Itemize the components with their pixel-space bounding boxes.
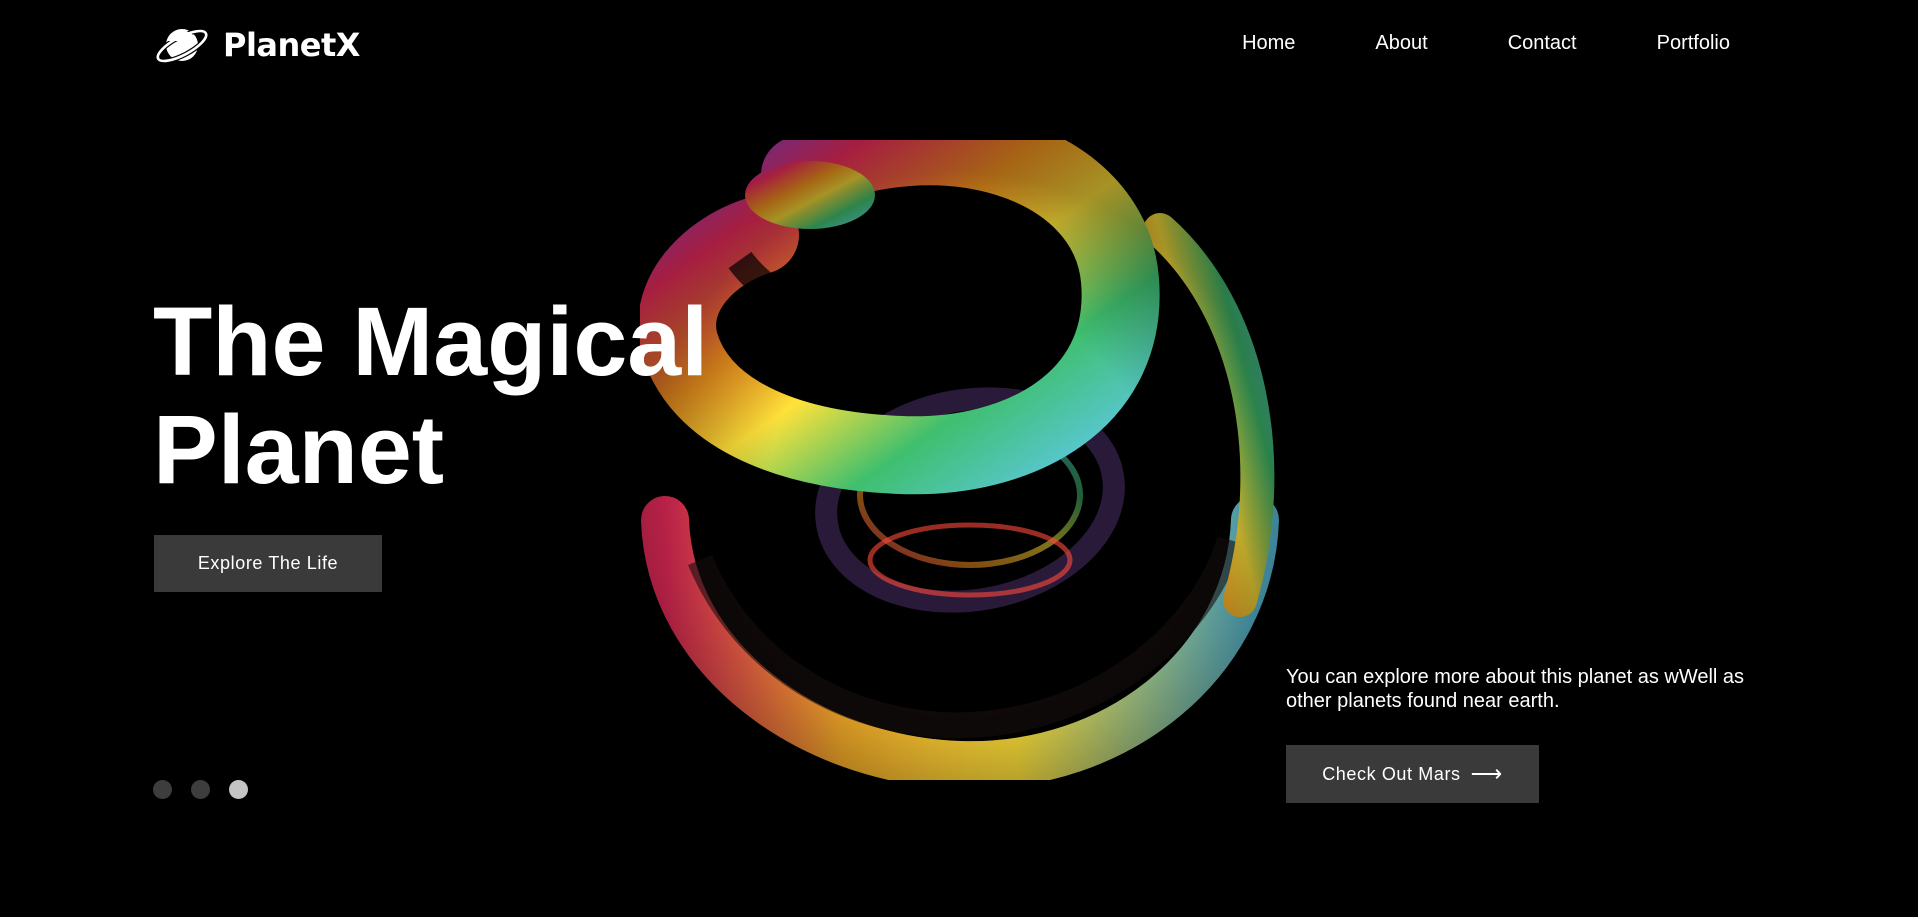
brand-logo[interactable]: PlanetX xyxy=(153,22,360,68)
explore-the-life-button[interactable]: Explore The Life xyxy=(154,535,382,592)
hero-title: The Magical Planet xyxy=(153,288,708,504)
nav-contact[interactable]: Contact xyxy=(1508,32,1577,55)
nav-portfolio[interactable]: Portfolio xyxy=(1657,32,1730,55)
brand-name: PlanetX xyxy=(223,26,360,64)
main-nav: Home About Contact Portfolio xyxy=(1242,32,1730,55)
slider-dot-1[interactable] xyxy=(153,780,172,799)
arrow-right-icon: ⟶ xyxy=(1470,761,1503,786)
check-out-mars-button[interactable]: Check Out Mars ⟶ xyxy=(1286,745,1539,803)
hero-title-line-2: Planet xyxy=(153,395,445,504)
slider-pagination xyxy=(153,780,248,799)
planet-description: You can explore more about this planet a… xyxy=(1286,666,1745,712)
page: PlanetX Home About Contact Portfolio The… xyxy=(0,0,1918,917)
rainbow-spiral-illustration xyxy=(640,140,1280,780)
hero-title-line-1: The Magical xyxy=(153,287,709,396)
nav-about[interactable]: About xyxy=(1375,32,1427,55)
nav-home[interactable]: Home xyxy=(1242,32,1295,55)
slider-dot-2[interactable] xyxy=(191,780,210,799)
planet-icon xyxy=(155,28,209,64)
slider-dot-3-active[interactable] xyxy=(229,780,248,799)
check-out-mars-label: Check Out Mars xyxy=(1322,763,1461,784)
